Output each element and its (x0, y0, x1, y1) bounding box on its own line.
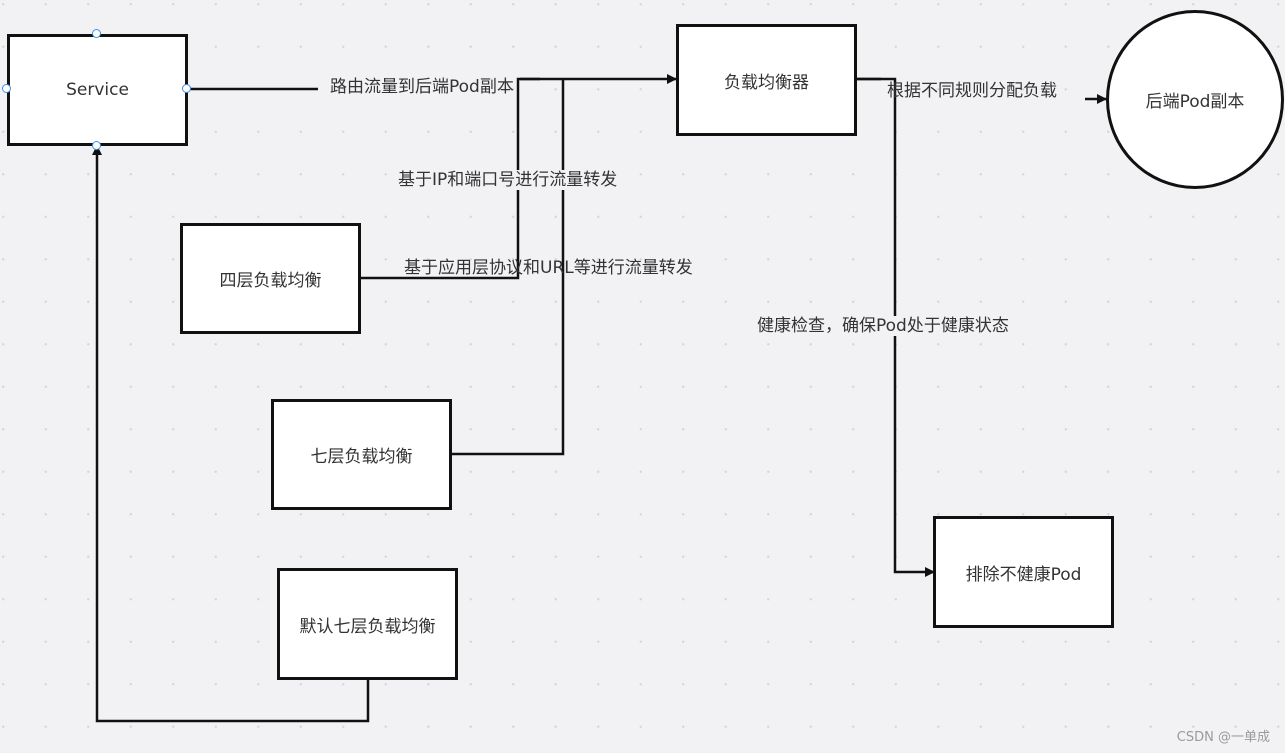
node-service-label: Service (66, 80, 129, 100)
edge-label-lb-to-pods: 根据不同规则分配负载 (887, 81, 1057, 101)
connection-handle-left[interactable] (2, 84, 11, 93)
node-exclude-unhealthy-label: 排除不健康Pod (965, 564, 1082, 585)
node-load-balancer-label: 负载均衡器 (724, 72, 809, 93)
connection-handle-bottom[interactable] (92, 141, 101, 150)
node-default-l7-lb[interactable]: 默认七层负载均衡 (277, 568, 458, 680)
node-l4-lb-label: 四层负载均衡 (219, 271, 322, 291)
connectors-layer (92, 74, 1107, 723)
edge-label-lb-to-exclude: 健康检查，确保Pod处于健康状态 (755, 316, 1011, 336)
edge-label-l7-to-lb: 基于应用层协议和URL等进行流量转发 (404, 258, 693, 278)
node-service[interactable]: Service (7, 34, 188, 146)
node-load-balancer[interactable]: 负载均衡器 (676, 24, 857, 136)
node-backend-pods[interactable]: 后端Pod副本 (1106, 10, 1284, 189)
node-backend-pods-label: 后端Pod副本 (1145, 92, 1245, 112)
edge-label-service-to-lb: 路由流量到后端Pod副本 (330, 77, 514, 97)
edge-label-l4-to-lb: 基于IP和端口号进行流量转发 (396, 170, 620, 190)
watermark: CSDN @一单成 (1176, 730, 1270, 745)
node-l4-lb[interactable]: 四层负载均衡 (180, 223, 361, 334)
connection-handle-right[interactable] (182, 84, 191, 93)
node-l7-lb[interactable]: 七层负载均衡 (271, 399, 452, 510)
node-l7-lb-label: 七层负载均衡 (310, 447, 413, 467)
connection-handle-top[interactable] (92, 29, 101, 38)
node-exclude-unhealthy[interactable]: 排除不健康Pod (933, 516, 1114, 628)
node-default-l7-lb-label: 默认七层负载均衡 (299, 616, 436, 637)
